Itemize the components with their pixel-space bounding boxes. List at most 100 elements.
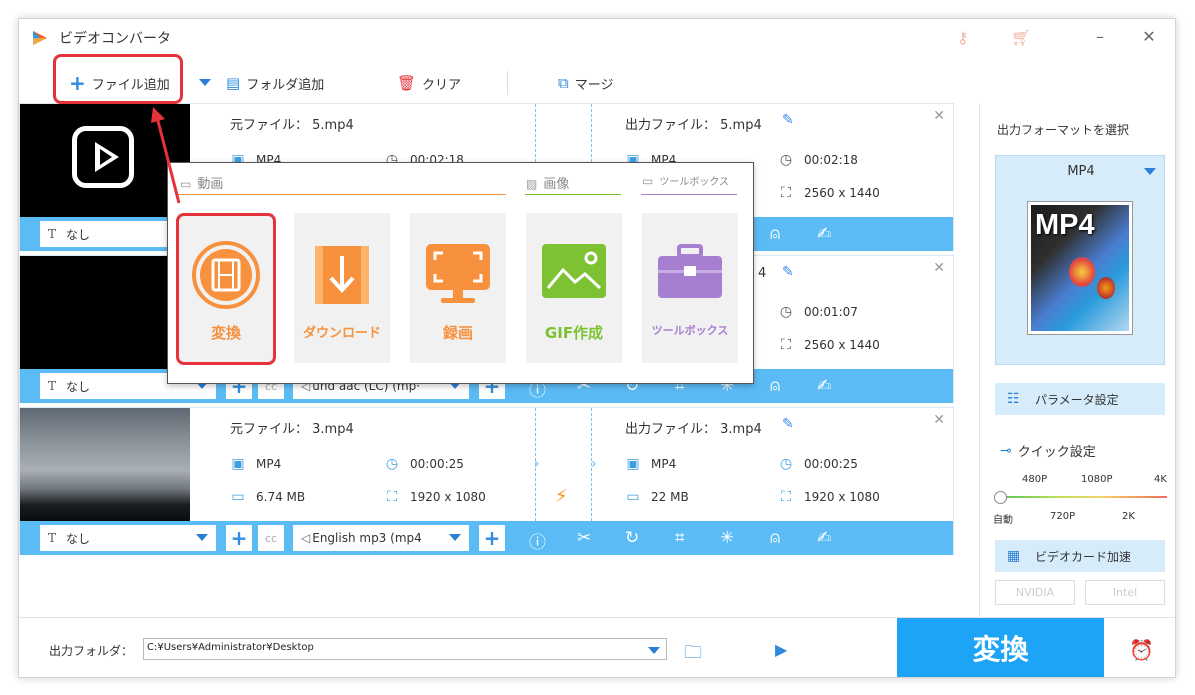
format-image: MP4: [1027, 201, 1133, 335]
subtitle-select[interactable]: T なし: [40, 525, 216, 551]
convert-button[interactable]: 変換: [897, 618, 1104, 677]
cart-icon[interactable]: 🛒︎: [1011, 28, 1031, 47]
video-thumbnail[interactable]: [20, 256, 190, 369]
audio-select[interactable]: ◁ English mp3 (mp4: [293, 525, 469, 551]
output-duration: ◷ 00:00:25: [779, 456, 858, 472]
watermark-icon[interactable]: ⍝: [770, 224, 780, 244]
cc-button[interactable]: cc: [258, 525, 284, 551]
watermark-icon[interactable]: ⍝: [770, 528, 780, 548]
app-logo-icon: [33, 31, 47, 45]
merge-button[interactable]: ⧉ マージ: [558, 63, 613, 103]
alarm-clock-icon[interactable]: ⏰: [1129, 638, 1154, 662]
parameter-settings-button[interactable]: ☷ パラメータ設定: [995, 383, 1165, 415]
toolbar-divider: [507, 71, 508, 95]
nvidia-button[interactable]: NVIDIA: [995, 580, 1075, 605]
resolution-icon: ⛶: [781, 337, 791, 353]
app-window: ビデオコンバータ ⚷ 🛒︎ – ✕ + ファイル追加 ▤ フォルダ追加 🗑︎ ク…: [18, 18, 1176, 678]
toolbox-section-line: [641, 194, 737, 195]
quality-slider-knob[interactable]: [994, 491, 1007, 504]
merge-label: マージ: [574, 77, 614, 93]
add-file-dropdown-icon[interactable]: [199, 79, 211, 86]
add-folder-label: フォルダ追加: [246, 77, 325, 93]
close-window-button[interactable]: ✕: [1136, 27, 1162, 46]
edit-name-icon[interactable]: ✎: [782, 112, 794, 128]
clear-button[interactable]: 🗑︎ クリア: [397, 63, 461, 103]
edit-name-icon[interactable]: ✎: [782, 264, 794, 280]
quality-1080p[interactable]: 1080P: [1081, 474, 1112, 485]
output-format: ▣ MP4: [626, 456, 677, 472]
magic-icon[interactable]: ✳: [720, 528, 734, 548]
output-duration: ◷ 00:02:18: [779, 152, 858, 168]
effect-icon[interactable]: ✍: [817, 528, 831, 548]
record-card-label: 録画: [442, 324, 473, 342]
edit-name-icon[interactable]: ✎: [782, 416, 794, 432]
info-icon[interactable]: ⓘ: [529, 528, 546, 553]
remove-item-button[interactable]: ✕: [933, 260, 945, 276]
rotate-icon[interactable]: ↻: [625, 528, 639, 548]
screen-record-icon: [426, 244, 490, 303]
toolbox-card-label: ツールボックス: [651, 324, 729, 337]
toolbar: + ファイル追加 ▤ フォルダ追加 🗑︎ クリア ⧉ マージ: [19, 63, 1175, 103]
resolution-icon: ⛶: [781, 489, 791, 505]
intel-button[interactable]: Intel: [1085, 580, 1165, 605]
video-thumbnail[interactable]: [20, 408, 190, 521]
gif-card-label: GIF作成: [544, 324, 604, 342]
clock-icon: ◷: [779, 152, 793, 168]
quality-auto[interactable]: 自動: [993, 511, 1013, 526]
chevron-down-icon: [648, 647, 660, 654]
quick-settings-label: ⊸ クイック設定: [1000, 442, 1096, 461]
quality-2k[interactable]: 2K: [1122, 511, 1135, 522]
add-folder-button[interactable]: ▤ フォルダ追加: [226, 63, 324, 103]
record-card[interactable]: 録画: [410, 213, 506, 363]
source-format: ▣ MP4: [231, 456, 282, 472]
output-resolution: ⛶ 2560 x 1440: [778, 337, 880, 353]
hardware-accel-icon: ⚡: [555, 486, 568, 507]
add-subtitle-button[interactable]: +: [226, 525, 252, 551]
download-card[interactable]: ダウンロード: [294, 213, 390, 363]
merge-icon: ⧉: [558, 74, 569, 92]
remove-item-button[interactable]: ✕: [933, 108, 945, 124]
quality-480p[interactable]: 480P: [1022, 474, 1047, 485]
add-audio-button[interactable]: +: [479, 525, 505, 551]
resolution-icon: ⛶: [781, 185, 791, 201]
format-panel: 出力フォーマットを選択 MP4 MP4 ☷ パラメータ設定 ⊸ クイック設定 4…: [979, 103, 1175, 618]
cut-icon[interactable]: ✂: [577, 528, 591, 548]
crop-icon[interactable]: ⌗: [675, 528, 685, 548]
gpu-acceleration-button[interactable]: ▦ ビデオカード加速: [995, 540, 1165, 572]
format-icon: ▣: [626, 456, 640, 472]
quality-slider-track[interactable]: [1001, 496, 1167, 498]
output-size: ▭ 22 MB: [626, 489, 689, 505]
format-selector[interactable]: MP4 MP4: [995, 155, 1165, 365]
slider-icon: ⊸: [1000, 442, 1012, 459]
toolbox-icon: [658, 244, 722, 298]
chevron-right-icon: ›: [591, 456, 597, 472]
trash-icon: 🗑︎: [397, 74, 417, 92]
format-icon: ▣: [231, 456, 245, 472]
open-folder-icon[interactable]: 🗀: [684, 640, 702, 670]
play-icon[interactable]: [72, 126, 134, 188]
image-icon: ▨: [526, 177, 538, 191]
image-section-line: [525, 194, 621, 195]
effect-icon[interactable]: ✍: [817, 224, 831, 244]
quality-720p[interactable]: 720P: [1050, 511, 1075, 522]
output-folder-select[interactable]: C:¥Users¥Administrator¥Desktop: [143, 638, 667, 660]
list-item[interactable]: 元ファイル： 3.mp4 ▣ MP4 ◷ 00:00:25 ▭ 6.74 MB ⛶ 19…: [19, 407, 954, 555]
item-toolbar: T なし + cc ◁ English mp3 (mp4 + ⓘ ✂ ↻ ⌗ ✳ ⍝…: [20, 521, 953, 555]
file-icon: ▭: [626, 489, 640, 505]
chevron-down-icon[interactable]: [1144, 168, 1156, 175]
chip-icon: ▦: [1007, 548, 1021, 564]
red-arrow-icon: [151, 107, 181, 204]
effect-icon[interactable]: ✍: [817, 376, 831, 396]
minimize-button[interactable]: –: [1087, 27, 1113, 46]
gif-image-icon: [542, 244, 606, 298]
quality-4k[interactable]: 4K: [1154, 474, 1167, 485]
gif-card[interactable]: GIF作成: [526, 213, 622, 363]
chevron-right-icon: ›: [534, 456, 540, 472]
toolbox-card[interactable]: ツールボックス: [642, 213, 738, 363]
video-folder-icon[interactable]: ▶: [775, 640, 787, 659]
source-resolution: ⛶ 1920 x 1080: [384, 489, 486, 505]
watermark-icon[interactable]: ⍝: [770, 376, 780, 396]
image-section-header: ▨ 画像: [526, 177, 570, 192]
remove-item-button[interactable]: ✕: [933, 412, 945, 428]
key-icon[interactable]: ⚷: [957, 28, 969, 47]
